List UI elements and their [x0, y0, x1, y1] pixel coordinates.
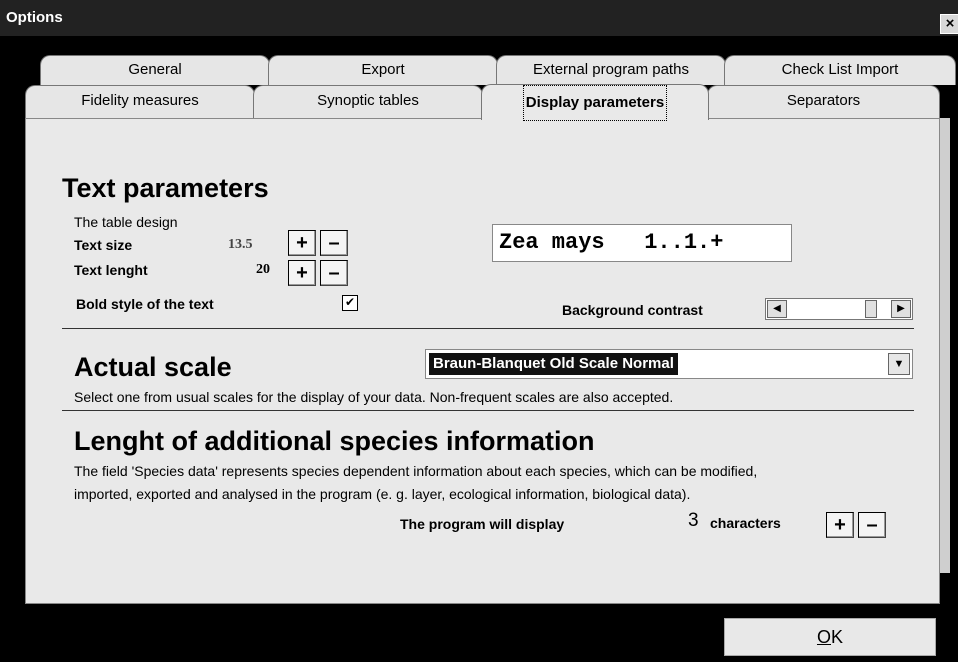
bold-style-checkbox[interactable]: ✔: [342, 295, 358, 311]
text-size-value: 13.5: [228, 237, 253, 252]
scale-select[interactable]: Braun-Blanquet Old Scale Normal ▼: [425, 349, 913, 379]
arrow-right-icon[interactable]: ▶: [891, 300, 911, 318]
text-length-plus-button[interactable]: +: [288, 260, 316, 286]
text-length-label: Text lenght: [74, 262, 148, 278]
scale-selected-value: Braun-Blanquet Old Scale Normal: [429, 353, 678, 375]
scale-description: Select one from usual scales for the dis…: [74, 389, 674, 405]
divider: [62, 410, 914, 411]
program-display-label: The program will display: [400, 516, 565, 532]
text-preview: Zea mays 1..1.+: [492, 224, 792, 262]
scrollbar-thumb[interactable]: [865, 300, 878, 318]
arrow-down-icon[interactable]: ▼: [888, 353, 910, 375]
background-contrast-label: Background contrast: [562, 302, 703, 318]
text-size-minus-button[interactable]: –: [320, 230, 348, 256]
text-size-label: Text size: [74, 237, 133, 253]
bold-style-label: Bold style of the text: [76, 296, 214, 312]
divider: [62, 328, 914, 329]
check-icon: ✔: [344, 295, 356, 309]
text-length-minus-button[interactable]: –: [320, 260, 348, 286]
characters-minus-button[interactable]: –: [858, 512, 886, 538]
actual-scale-heading: Actual scale: [74, 352, 232, 382]
table-design-label: The table design: [74, 214, 178, 230]
character-count: 3: [688, 510, 699, 531]
arrow-left-icon[interactable]: ◀: [767, 300, 787, 318]
text-parameters-heading: Text parameters: [62, 173, 269, 203]
text-size-plus-button[interactable]: +: [288, 230, 316, 256]
text-length-value: 20: [256, 262, 270, 277]
characters-label: characters: [710, 515, 781, 531]
characters-plus-button[interactable]: +: [826, 512, 854, 538]
species-info-heading: Lenght of additional species information: [74, 426, 595, 456]
species-info-line1: The field 'Species data' represents spec…: [74, 463, 758, 479]
species-info-line2: imported, exported and analysed in the p…: [74, 486, 691, 502]
background-contrast-scrollbar[interactable]: ◀ ▶: [765, 298, 913, 320]
